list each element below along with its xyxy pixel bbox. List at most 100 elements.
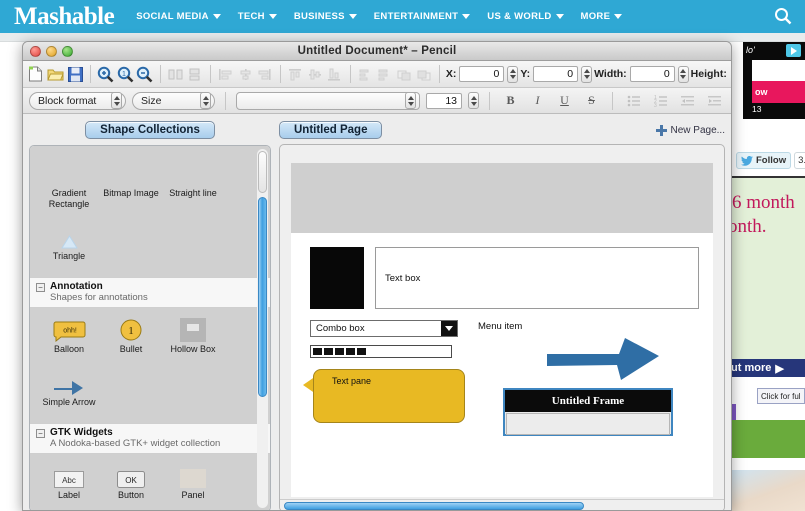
close-button[interactable] [30,46,41,57]
canvas-horizontal-scrollbar[interactable] [280,499,724,511]
window-titlebar[interactable]: Untitled Document* – Pencil [23,42,731,61]
zoom-in-button[interactable] [97,64,115,85]
italic-button[interactable]: I [527,91,548,111]
minimize-button[interactable] [46,46,57,57]
tab-untitled-page[interactable]: Untitled Page [279,121,382,139]
y-input[interactable]: 0 [533,66,578,82]
block-format-select[interactable]: Block format [29,92,126,110]
indent-button[interactable] [704,91,725,111]
height-field[interactable]: Height: [691,68,727,80]
align-right-button[interactable] [256,64,274,85]
open-document-button[interactable] [47,64,65,85]
text-pane-shape[interactable]: Text pane [313,369,465,423]
shape-item-bullet[interactable]: 1 Bullet [100,314,162,355]
arrow-shape[interactable] [547,336,661,382]
shape-item-button[interactable]: OK Button [100,460,162,501]
twitter-follow-group: Follow 3. [736,152,805,169]
scrollbar-thumb[interactable] [258,197,267,397]
shape-panel-scrollbar[interactable] [257,149,268,508]
align-bottom-button[interactable] [326,64,344,85]
nav-item-entertainment[interactable]: ENTERTAINMENT [374,11,470,22]
shape-item-panel[interactable]: Panel [162,460,224,501]
chevron-down-icon[interactable] [441,321,457,336]
promo-cta-button[interactable]: ut more ▶ [728,359,805,377]
x-coordinate-field[interactable]: X: 0 [446,66,519,83]
shape-item-simple-arrow[interactable]: Simple Arrow [38,367,100,408]
menu-item-shape[interactable]: Menu item [478,321,522,332]
frame-shape[interactable]: Untitled Frame [503,388,673,436]
nav-item-tech[interactable]: TECH [238,11,277,22]
bring-forward-button[interactable] [415,64,433,85]
font-size-stepper[interactable] [468,92,479,109]
distribute-h-button[interactable] [356,64,374,85]
y-stepper[interactable] [581,66,592,83]
new-document-button[interactable] [27,64,45,85]
shape-group-header-gtk-widgets[interactable]: − GTK Widgets A Nodoka-based GTK+ widget… [30,423,270,454]
save-document-button[interactable] [66,64,84,85]
zoom-button[interactable] [62,46,73,57]
site-nav: SOCIAL MEDIA TECH BUSINESS ENTERTAINMENT… [136,11,622,22]
align-middle-button[interactable] [306,64,324,85]
font-size-input[interactable]: 13 [426,93,462,109]
outdent-button[interactable] [677,91,698,111]
x-input[interactable]: 0 [459,66,504,82]
group-button[interactable] [167,64,185,85]
send-backward-button[interactable] [396,64,414,85]
new-page-button[interactable]: New Page... [656,125,725,136]
align-center-button[interactable] [236,64,254,85]
font-family-stepper[interactable] [405,92,416,109]
bold-button[interactable]: B [500,91,521,111]
align-left-button[interactable] [217,64,235,85]
collapse-toggle-icon[interactable]: − [36,283,45,292]
combo-box-shape[interactable]: Combo box [310,320,458,337]
tab-shape-collections[interactable]: Shape Collections [85,121,215,139]
zoom-reset-button[interactable]: 1 [116,64,134,85]
scrollbar-track-top[interactable] [258,151,267,193]
strikethrough-button[interactable]: S [581,91,602,111]
canvas-sheet[interactable]: Text box Combo box Menu item [291,233,713,497]
shape-item-bitmap-image[interactable]: Bitmap Image [100,158,162,210]
progress-bar-shape[interactable] [310,345,452,358]
underline-button[interactable]: U [554,91,575,111]
nav-item-social-media[interactable]: SOCIAL MEDIA [136,11,221,22]
width-field[interactable]: Width: 0 [594,66,689,83]
canvas-hscroll-thumb[interactable] [284,502,584,510]
distribute-v-button[interactable] [376,64,394,85]
bullet-list-button[interactable] [623,91,644,111]
canvas-area[interactable]: Text box Combo box Menu item [279,144,725,511]
black-rectangle-shape[interactable] [310,247,364,309]
shape-group-header-annotation[interactable]: − Annotation Shapes for annotations [30,277,270,308]
nav-item-us-world[interactable]: US & WORLD [487,11,563,22]
text-box-shape[interactable]: Text box [375,247,699,309]
zoom-out-button[interactable] [136,64,154,85]
align-top-button[interactable] [287,64,305,85]
shape-item-triangle[interactable]: Triangle [38,221,100,262]
shape-item-label: Bullet [100,344,162,355]
toolbar-divider [439,65,440,83]
width-input[interactable]: 0 [630,66,675,82]
shape-item-gradient-rectangle[interactable]: Gradient Rectangle [38,158,100,210]
shape-item-straight-line[interactable]: Straight line [162,158,224,210]
shape-item-label[interactable]: Abc Label [38,460,100,501]
search-icon[interactable] [773,6,793,26]
numbered-list-button[interactable]: 123 [650,91,671,111]
shape-item-hollow-box[interactable]: Hollow Box [162,314,224,355]
collapse-toggle-icon[interactable]: − [36,429,45,438]
nav-item-more[interactable]: MORE [581,11,623,22]
click-for-full-button[interactable]: Click for ful [757,388,805,404]
ungroup-button[interactable] [186,64,204,85]
twitter-follow-button[interactable]: Follow [736,152,791,169]
block-format-stepper[interactable] [111,92,122,109]
frame-body[interactable] [506,413,670,435]
nav-item-business[interactable]: BUSINESS [294,11,357,22]
y-coordinate-field[interactable]: Y: 0 [520,66,592,83]
site-logo[interactable]: Mashable [14,3,114,31]
font-family-select[interactable] [236,92,420,110]
play-icon[interactable] [786,44,801,57]
ad-photo-band [728,470,805,511]
x-stepper[interactable] [507,66,518,83]
size-select[interactable]: Size [132,92,215,110]
width-stepper[interactable] [678,66,689,83]
size-stepper[interactable] [200,92,211,109]
shape-item-balloon[interactable]: ohh! Balloon [38,314,100,355]
